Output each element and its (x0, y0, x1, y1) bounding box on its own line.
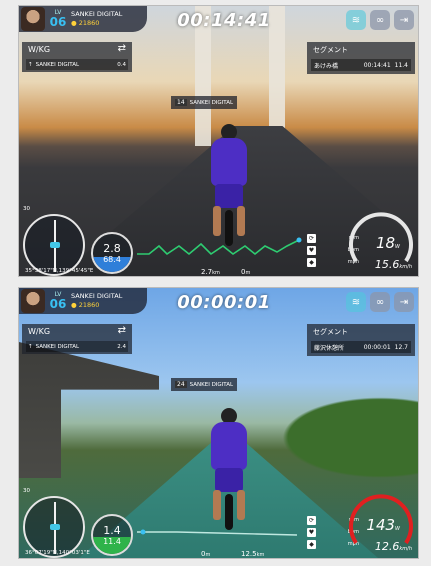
speed-value: 15.6km/h (374, 258, 412, 271)
heart-icon: ♥ (307, 245, 316, 255)
segment-row: 藤沢休憩所 00:00:01 12.7 (311, 341, 411, 353)
distance-b: 0m (241, 268, 251, 276)
link-icon[interactable]: ∞ (370, 10, 390, 30)
level-number: 06 (49, 15, 67, 29)
segment-panel: セグメント 藤沢休憩所 00:00:01 12.7 (307, 324, 415, 356)
avatar (21, 289, 45, 313)
exit-icon[interactable]: ⇥ (394, 292, 414, 312)
team-name: SANKEI DIGITAL (71, 9, 123, 18)
segment-row: あけみ橋 00:14:41 11.4 (311, 59, 411, 71)
speed-value: 12.6km/h (374, 540, 412, 553)
segment-title: セグメント (313, 46, 348, 54)
avatar (21, 7, 45, 31)
speed-gauge: 18W 15.6km/h (346, 206, 416, 276)
swap-icon[interactable]: ⇄ (118, 43, 126, 54)
wkg-value: 0.4 (117, 61, 126, 68)
elevation-profile (137, 237, 302, 256)
wkg-panel: W/KG ⇄ ↑ SANKEI DIGITAL 2.4 (22, 324, 132, 354)
wifi-icon[interactable]: ≋ (346, 292, 366, 312)
exit-icon[interactable]: ⇥ (394, 10, 414, 30)
profile-badge[interactable]: LV 06 SANKEI DIGITAL ● 21860 (19, 6, 147, 32)
rider-tag-label: SANKEI DIGITAL (189, 99, 234, 106)
wkg-title: W/KG (28, 45, 51, 54)
segment-name: あけみ橋 (314, 62, 339, 70)
rank-icon: ↑ (28, 343, 33, 350)
coin-count: ● 21860 (71, 301, 100, 309)
elapsed-timer: 00:14:41 (177, 10, 271, 31)
swap-icon[interactable]: ⇄ (118, 325, 126, 336)
rider-name: SANKEI DIGITAL (35, 61, 80, 68)
segment-name: 藤沢休憩所 (314, 344, 345, 352)
segment-time: 00:14:41 (363, 61, 391, 69)
game-screen-2: LV 06 SANKEI DIGITAL ● 21860 00:00:01 ≋ ∞ … (18, 287, 419, 559)
rider-tag-number: 24 (175, 381, 187, 388)
cadence-icon: ⟳ (307, 233, 316, 243)
gps-coords: 35°38'17"N,139°45'45"E (25, 268, 94, 274)
gauge-bottom-value: 11.4 (103, 537, 121, 546)
rider-tag: 24 SANKEI DIGITAL (171, 378, 238, 391)
power-value: 18W (375, 234, 400, 252)
power-icon: ◆ (307, 257, 316, 267)
segment-distance: 11.4 (394, 61, 408, 69)
rank-icon: ↑ (28, 61, 33, 68)
wkg-gauge: 1.4 11.4 (91, 514, 133, 556)
rider-tag-label: SANKEI DIGITAL (189, 381, 234, 388)
segment-distance: 12.7 (394, 343, 408, 351)
compass: 30 (23, 488, 85, 558)
compass: 30 (23, 206, 85, 276)
wkg-title: W/KG (28, 327, 51, 336)
distance-a: 0m (201, 550, 211, 558)
elapsed-timer: 00:00:01 (177, 292, 271, 313)
gauge-top-value: 1.4 (103, 524, 121, 537)
cadence-icon: ⟳ (307, 515, 316, 525)
rider-tag: 14 SANKEI DIGITAL (171, 96, 238, 109)
coin-count: ● 21860 (71, 19, 100, 27)
level-number: 06 (49, 297, 67, 311)
wkg-value: 2.4 (117, 343, 126, 350)
speed-gauge: 143W 12.6km/h (346, 488, 416, 558)
gauge-bottom-value: 68.4 (103, 255, 121, 264)
wkg-row: ↑ SANKEI DIGITAL 0.4 (26, 59, 128, 70)
gauge-top-value: 2.8 (103, 242, 121, 255)
game-screen-1: LV 06 SANKEI DIGITAL ● 21860 00:14:41 ≋ ∞ … (18, 5, 419, 277)
wkg-panel: W/KG ⇄ ↑ SANKEI DIGITAL 0.4 (22, 42, 132, 72)
rider-avatar (207, 408, 251, 530)
segment-panel: セグメント あけみ橋 00:14:41 11.4 (307, 42, 415, 74)
power-icon: ◆ (307, 539, 316, 549)
heart-icon: ♥ (307, 527, 316, 537)
profile-badge[interactable]: LV 06 SANKEI DIGITAL ● 21860 (19, 288, 147, 314)
segment-title: セグメント (313, 328, 348, 336)
wifi-icon[interactable]: ≋ (346, 10, 366, 30)
distance-b: 12.5km (241, 550, 265, 558)
wkg-row: ↑ SANKEI DIGITAL 2.4 (26, 341, 128, 352)
power-value: 143W (366, 516, 400, 534)
elevation-profile (137, 529, 298, 536)
rider-name: SANKEI DIGITAL (35, 343, 80, 350)
wkg-gauge: 2.8 68.4 (91, 232, 133, 274)
link-icon[interactable]: ∞ (370, 292, 390, 312)
rider-tag-number: 14 (175, 99, 187, 106)
distance-a: 2.7km (201, 268, 220, 276)
gps-coords: 36°07'19"N,140°03'1"E (25, 550, 90, 556)
rider-avatar (207, 124, 251, 246)
team-name: SANKEI DIGITAL (71, 291, 123, 300)
segment-time: 00:00:01 (363, 343, 391, 351)
